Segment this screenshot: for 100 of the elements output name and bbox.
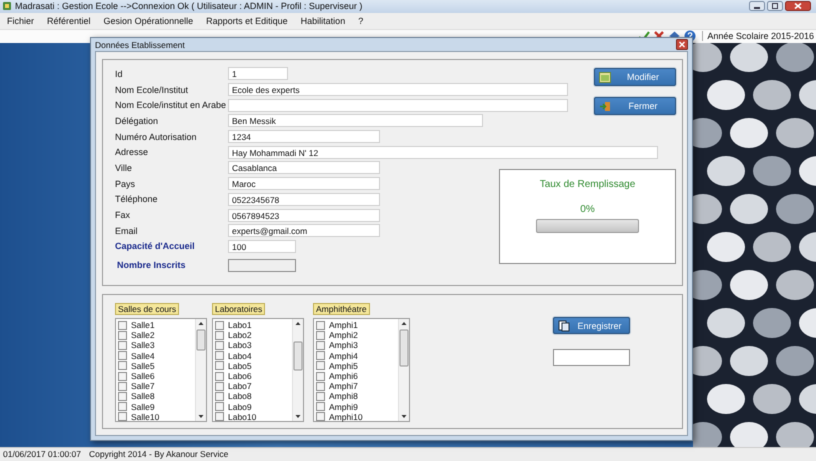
input-field[interactable]: 0522345678 xyxy=(228,192,380,206)
status-datetime: 01/06/2017 01:00:07 xyxy=(3,449,81,460)
list-title: Amphithéatre xyxy=(313,303,370,315)
field-label: Adresse xyxy=(115,147,150,158)
checkbox[interactable] xyxy=(316,412,325,422)
checkbox-label: Labo6 xyxy=(228,371,252,382)
checkbox-label: Amphi2 xyxy=(329,330,358,340)
close-icon[interactable] xyxy=(785,1,811,12)
checkbox-label: Labo3 xyxy=(228,340,252,350)
close-icon[interactable] xyxy=(676,39,688,50)
input-field[interactable]: Maroc xyxy=(228,177,380,190)
menu-item[interactable]: Habilitation xyxy=(300,16,346,26)
checkbox-label: Salle3 xyxy=(131,340,155,350)
checkbox-label: Salle10 xyxy=(131,412,160,422)
checkbox-label: Salle6 xyxy=(131,371,155,382)
checkbox-label: Salle5 xyxy=(131,360,155,371)
action-button[interactable]: Fermer xyxy=(594,97,676,116)
restore-icon[interactable] xyxy=(767,1,783,12)
fill-rate-title: Taux de Remplissage xyxy=(540,179,636,190)
checkbox-label: Labo2 xyxy=(228,330,252,340)
checkbox-label: Salle7 xyxy=(131,381,155,392)
checkbox-label: Salle4 xyxy=(131,350,155,361)
checkbox[interactable] xyxy=(215,351,224,360)
minimize-icon[interactable] xyxy=(749,1,765,12)
checkbox[interactable] xyxy=(118,361,127,370)
menu-item[interactable]: Gesion Opérationnelle xyxy=(104,16,194,26)
checkbox[interactable] xyxy=(118,382,127,391)
status-copyright: Copyright 2014 - By Akanour Service xyxy=(89,449,228,460)
checkbox-label: Salle8 xyxy=(131,391,155,402)
input-field[interactable]: 0567894523 xyxy=(228,208,380,222)
input-field[interactable]: 1234 xyxy=(228,130,380,144)
menu-item[interactable]: Référentiel xyxy=(47,16,91,26)
field-label: Fax xyxy=(115,210,132,220)
checkbox[interactable] xyxy=(316,392,325,401)
checkbox-label: Amphi1 xyxy=(329,320,358,330)
checkbox-label: Amphi10 xyxy=(329,412,363,422)
field-label: Nom Ecole/Institut xyxy=(115,84,190,95)
menu-item[interactable]: Fichier xyxy=(7,16,34,26)
checkbox-label: Amphi5 xyxy=(329,360,358,371)
checkbox-label: Salle1 xyxy=(131,320,155,330)
input-field[interactable]: experts@gmail.com xyxy=(228,224,380,238)
checkbox[interactable] xyxy=(316,340,325,350)
checkbox-label: Salle9 xyxy=(131,402,155,412)
checkbox-label: Amphi8 xyxy=(329,391,358,402)
action-button[interactable]: Modifier xyxy=(594,68,676,86)
menu-item[interactable]: Rapports et Editique xyxy=(206,16,288,26)
checkbox-label: Amphi3 xyxy=(329,340,358,350)
checkbox[interactable] xyxy=(118,330,127,340)
checkbox[interactable] xyxy=(215,361,224,370)
checkbox[interactable] xyxy=(215,372,224,381)
app-icon xyxy=(2,1,12,12)
input-field[interactable]: Hay Mohammadi N' 12 xyxy=(228,146,658,159)
field-label: Numéro Autorisation xyxy=(115,132,198,142)
checkbox-label: Labo9 xyxy=(228,402,252,412)
field-label: Nombre Inscrits xyxy=(116,260,187,270)
field-label: Ville xyxy=(115,162,133,173)
checkbox[interactable] xyxy=(118,402,127,412)
input-field[interactable]: 100 xyxy=(228,240,296,253)
checkbox[interactable] xyxy=(118,320,127,330)
checkbox[interactable] xyxy=(316,402,325,412)
input-field[interactable]: Ben Messik xyxy=(228,114,483,128)
input-field[interactable]: Ecole des experts xyxy=(228,83,568,96)
exit-door-icon xyxy=(599,100,611,112)
dialog-title: Données Etablissement xyxy=(95,40,185,50)
checkbox[interactable] xyxy=(215,382,224,391)
field-label: Pays xyxy=(115,178,136,189)
input-field[interactable] xyxy=(228,98,568,112)
field-label: Téléphone xyxy=(115,194,159,204)
checkbox-label: Amphi9 xyxy=(329,402,358,412)
checkbox[interactable] xyxy=(316,361,325,370)
checkbox[interactable] xyxy=(215,412,224,422)
menu-item[interactable]: ? xyxy=(358,16,364,26)
checkbox[interactable] xyxy=(316,330,325,340)
checkbox[interactable] xyxy=(118,412,127,422)
checkbox[interactable] xyxy=(316,372,325,381)
checkbox[interactable] xyxy=(215,392,224,401)
checkbox-label: Labo10 xyxy=(228,412,256,422)
checkbox-label: Amphi4 xyxy=(329,350,358,361)
checkbox[interactable] xyxy=(118,340,127,350)
checkbox[interactable] xyxy=(215,340,224,350)
checkbox-label: Labo8 xyxy=(228,391,252,402)
input-field[interactable]: Casablanca xyxy=(228,161,380,174)
checkbox-label: Labo7 xyxy=(228,381,252,392)
checkbox[interactable] xyxy=(215,402,224,412)
checkbox[interactable] xyxy=(316,351,325,360)
list-title: Laboratoires xyxy=(212,303,266,315)
checkbox[interactable] xyxy=(118,392,127,401)
checkbox[interactable] xyxy=(118,372,127,381)
checkbox-label: Labo1 xyxy=(228,320,252,330)
fill-rate-reading: 0% xyxy=(580,204,595,216)
input-field[interactable]: 1 xyxy=(228,67,288,80)
checkbox[interactable] xyxy=(316,382,325,391)
checkbox[interactable] xyxy=(215,320,224,330)
checkbox-label: Labo4 xyxy=(228,350,252,361)
save-button[interactable]: Enregistrer xyxy=(553,317,630,334)
input-field[interactable] xyxy=(553,349,630,366)
checkbox[interactable] xyxy=(316,320,325,330)
field-label: Email xyxy=(115,226,139,236)
checkbox[interactable] xyxy=(118,351,127,360)
checkbox[interactable] xyxy=(215,330,224,340)
